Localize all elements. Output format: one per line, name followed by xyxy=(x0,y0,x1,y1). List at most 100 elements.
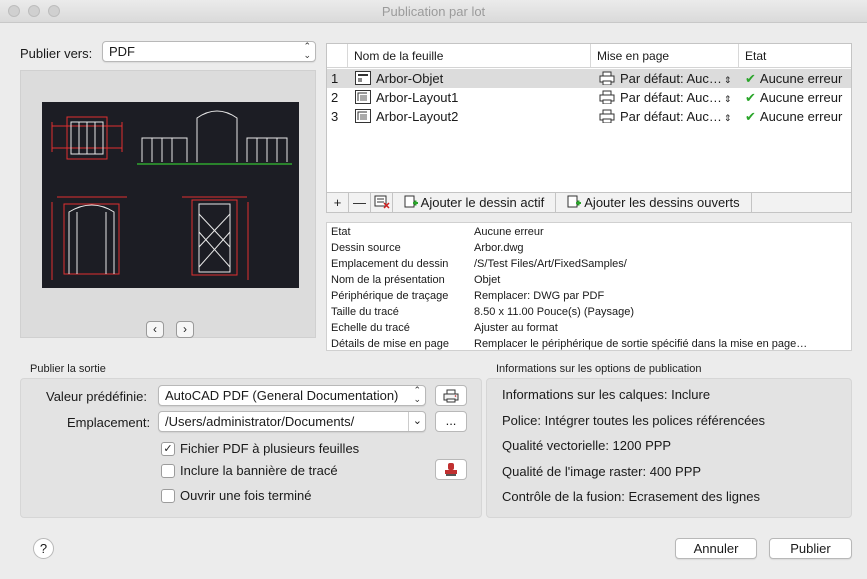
arbor-drawing-icon xyxy=(51,110,292,280)
info-vector-quality: Qualité vectorielle: 1200 PPP xyxy=(502,438,672,453)
plotter-icon xyxy=(599,90,615,104)
property-value: Arbor.dwg xyxy=(474,242,524,254)
property-key: Dessin source xyxy=(331,242,401,254)
add-open-drawings-button[interactable]: Ajouter les dessins ouverts xyxy=(556,193,752,212)
property-key: Taille du tracé xyxy=(331,306,399,318)
chevron-down-icon[interactable]: ⌄ xyxy=(407,412,422,431)
info-fonts: Police: Intégrer toutes les polices réfé… xyxy=(502,413,766,428)
updown-arrows-icon: ⇕ xyxy=(723,113,732,123)
location-label: Emplacement: xyxy=(67,415,151,430)
remove-sheet-button[interactable]: — xyxy=(349,193,371,212)
checkmark-icon: ✔ xyxy=(745,90,756,105)
page-setup-value: Par défaut: Auc… xyxy=(620,90,722,105)
location-value: /Users/administrator/Documents/ xyxy=(165,414,355,429)
sheet-properties: Etat Aucune erreur Dessin source Arbor.dwg… xyxy=(326,222,852,351)
multi-sheet-label: Fichier PDF à plusieurs feuilles xyxy=(180,441,360,456)
multi-sheet-checkbox[interactable]: ✓ xyxy=(161,442,175,456)
window-title: Publication par lot xyxy=(381,4,486,19)
previous-preview-button[interactable]: ‹ xyxy=(146,321,164,338)
publish-to-select[interactable]: PDF ⌃ ⌄ xyxy=(102,41,316,62)
add-active-drawing-button[interactable]: Ajouter le dessin actif xyxy=(393,193,556,212)
output-group-title: Publier la sortie xyxy=(30,363,106,375)
plot-stamp-checkbox[interactable] xyxy=(161,464,175,478)
preset-select[interactable]: AutoCAD PDF (General Documentation) ⌃ ⌄ xyxy=(158,385,426,406)
state-value: Aucune erreur xyxy=(759,71,843,86)
add-sheet-button[interactable]: + xyxy=(327,193,349,212)
cancel-button[interactable]: Annuler xyxy=(675,538,757,559)
remove-errors-button[interactable] xyxy=(371,193,393,212)
page-setup-value: Par défaut: Auc… xyxy=(620,109,722,124)
table-row[interactable]: 2 Arbor-Layout1 Par défaut: Auc… ⇕ ✔ Aucun… xyxy=(327,88,851,107)
property-value: /S/Test Files/Art/FixedSamples/ xyxy=(474,258,627,270)
sheet-name: Arbor-Layout1 xyxy=(376,90,459,105)
stamp-icon xyxy=(445,463,457,476)
chevron-left-icon: ‹ xyxy=(153,322,157,336)
table-row[interactable]: 3 Arbor-Layout2 Par défaut: Auc… ⇕ ✔ Aucun… xyxy=(327,107,851,126)
help-button[interactable]: ? xyxy=(33,538,54,559)
preset-value: AutoCAD PDF (General Documentation) xyxy=(165,388,399,403)
layout-sheet-icon xyxy=(355,90,371,104)
page-setup-cell[interactable]: Par défaut: Auc… ⇕ xyxy=(599,107,731,128)
sheet-name: Arbor-Objet xyxy=(376,71,444,86)
publish-info-title: Informations sur les options de publicat… xyxy=(496,363,702,375)
updown-arrows-icon: ⌃ ⌄ xyxy=(413,385,421,404)
row-number: 3 xyxy=(331,109,339,124)
open-after-checkbox[interactable] xyxy=(161,489,175,503)
minimize-window-button[interactable] xyxy=(28,5,40,17)
zoom-window-button[interactable] xyxy=(48,5,60,17)
model-sheet-icon xyxy=(355,71,371,85)
info-raster-quality: Qualité de l'image raster: 400 PPP xyxy=(502,464,702,479)
property-value: 8.50 x 11.00 Pouce(s) (Paysage) xyxy=(474,306,634,318)
add-document-icon xyxy=(404,195,418,208)
drawing-preview-image xyxy=(42,102,299,288)
next-preview-button[interactable]: › xyxy=(176,321,194,338)
plot-stamp-settings-button[interactable] xyxy=(435,459,467,480)
location-combo[interactable]: /Users/administrator/Documents/ ⌄ xyxy=(158,411,426,432)
close-window-button[interactable] xyxy=(8,5,20,17)
checkmark-icon: ✔ xyxy=(745,109,756,124)
property-value: Remplacer: DWG par PDF xyxy=(474,290,605,302)
title-bar: Publication par lot xyxy=(0,0,867,23)
table-header-state[interactable]: Etat xyxy=(739,44,851,68)
layout-sheet-icon xyxy=(355,109,371,123)
table-header-number xyxy=(327,44,348,68)
preset-settings-button[interactable] xyxy=(435,385,467,406)
sheet-cell: Arbor-Layout2 xyxy=(355,107,458,126)
open-after-label: Ouvrir une fois terminé xyxy=(180,488,312,503)
printer-icon xyxy=(443,389,459,403)
table-header-page-setup[interactable]: Mise en page xyxy=(591,44,739,68)
info-layers: Informations sur les calques: Inclure xyxy=(502,387,711,402)
sheet-name: Arbor-Layout2 xyxy=(376,109,459,124)
row-number: 2 xyxy=(331,90,339,105)
table-row[interactable]: 1 Arbor-Objet Par défaut: Auc… ⇕ ✔ Aucune … xyxy=(327,69,851,88)
list-remove-icon xyxy=(374,195,390,209)
sheet-toolbar: + — Ajouter le dessin actif Ajouter les … xyxy=(326,193,852,213)
table-header-name[interactable]: Nom de la feuille xyxy=(348,44,591,68)
state-value: Aucune erreur xyxy=(759,109,843,124)
chevron-right-icon: › xyxy=(183,322,187,336)
checkmark-icon: ✔ xyxy=(745,71,756,86)
page-setup-cell[interactable]: Par défaut: Auc… ⇕ xyxy=(599,88,731,109)
publish-button[interactable]: Publier xyxy=(769,538,852,559)
add-open-label: Ajouter les dessins ouverts xyxy=(584,195,740,210)
property-key: Echelle du tracé xyxy=(331,322,410,334)
sheet-table[interactable]: Nom de la feuille Mise en page Etat 1 Ar… xyxy=(326,43,852,193)
sheet-cell: Arbor-Layout1 xyxy=(355,88,458,107)
property-key: Périphérique de traçage xyxy=(331,290,449,302)
plot-stamp-label: Inclure la bannière de tracé xyxy=(180,463,338,478)
property-value: Ajuster au format xyxy=(474,322,558,334)
property-key: Détails de mise en page xyxy=(331,338,450,350)
add-active-label: Ajouter le dessin actif xyxy=(420,195,545,210)
plotter-icon xyxy=(599,71,615,85)
property-value: Aucune erreur xyxy=(474,226,544,238)
property-value: Remplacer le périphérique de sortie spéc… xyxy=(474,338,808,350)
browse-location-button[interactable]: ... xyxy=(435,411,467,432)
state-value: Aucune erreur xyxy=(759,90,843,105)
page-setup-cell[interactable]: Par défaut: Auc… ⇕ xyxy=(599,69,731,90)
state-cell: ✔ Aucune erreur xyxy=(745,88,842,107)
property-key: Nom de la présentation xyxy=(331,274,445,286)
state-cell: ✔ Aucune erreur xyxy=(745,69,842,88)
state-cell: ✔ Aucune erreur xyxy=(745,107,842,126)
page-setup-value: Par défaut: Auc… xyxy=(620,71,722,86)
info-merge-control: Contrôle de la fusion: Ecrasement des li… xyxy=(502,489,760,504)
